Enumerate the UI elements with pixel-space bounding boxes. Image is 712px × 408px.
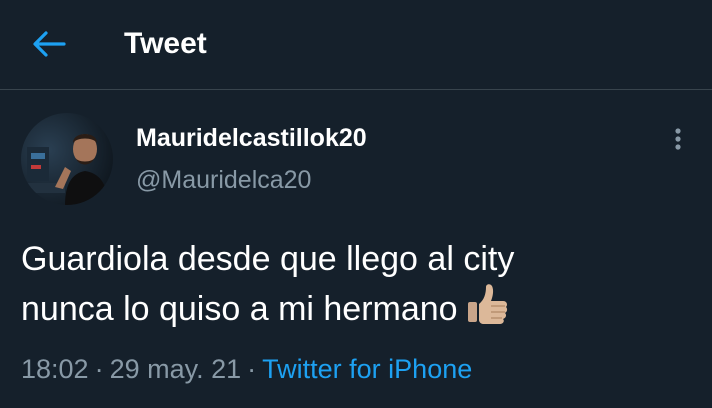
- tweet-text: Guardiola desde que llego al city nunca …: [21, 236, 691, 332]
- thumbs-up-icon: [467, 284, 507, 324]
- tweet-source-link[interactable]: Twitter for iPhone: [262, 354, 472, 384]
- tweet-date: 29 may. 21: [109, 354, 242, 384]
- more-vertical-icon: [675, 128, 681, 150]
- author-handle[interactable]: @Mauridelca20: [136, 164, 311, 196]
- tweet-meta: 18:02 · 29 may. 21 · Twitter for iPhone: [21, 352, 472, 386]
- tweet-text-line-1: Guardiola desde que llego al city: [21, 240, 515, 278]
- top-app-bar: Tweet: [0, 0, 712, 90]
- arrow-left-icon: [33, 31, 66, 57]
- tweet-time: 18:02: [21, 354, 89, 384]
- avatar-image: [21, 113, 113, 205]
- tweet-text-line-2-text: nunca lo quiso a mi hermano: [21, 290, 458, 328]
- more-options-button[interactable]: [664, 124, 692, 154]
- author-display-name[interactable]: Mauridelcastillok20: [136, 122, 367, 154]
- meta-separator-1: ·: [94, 354, 104, 384]
- back-button[interactable]: [28, 26, 68, 62]
- page-title: Tweet: [124, 27, 207, 60]
- avatar[interactable]: [21, 113, 113, 205]
- meta-separator-2: ·: [247, 354, 257, 384]
- tweet-text-line-2: nunca lo quiso a mi hermano: [21, 282, 691, 332]
